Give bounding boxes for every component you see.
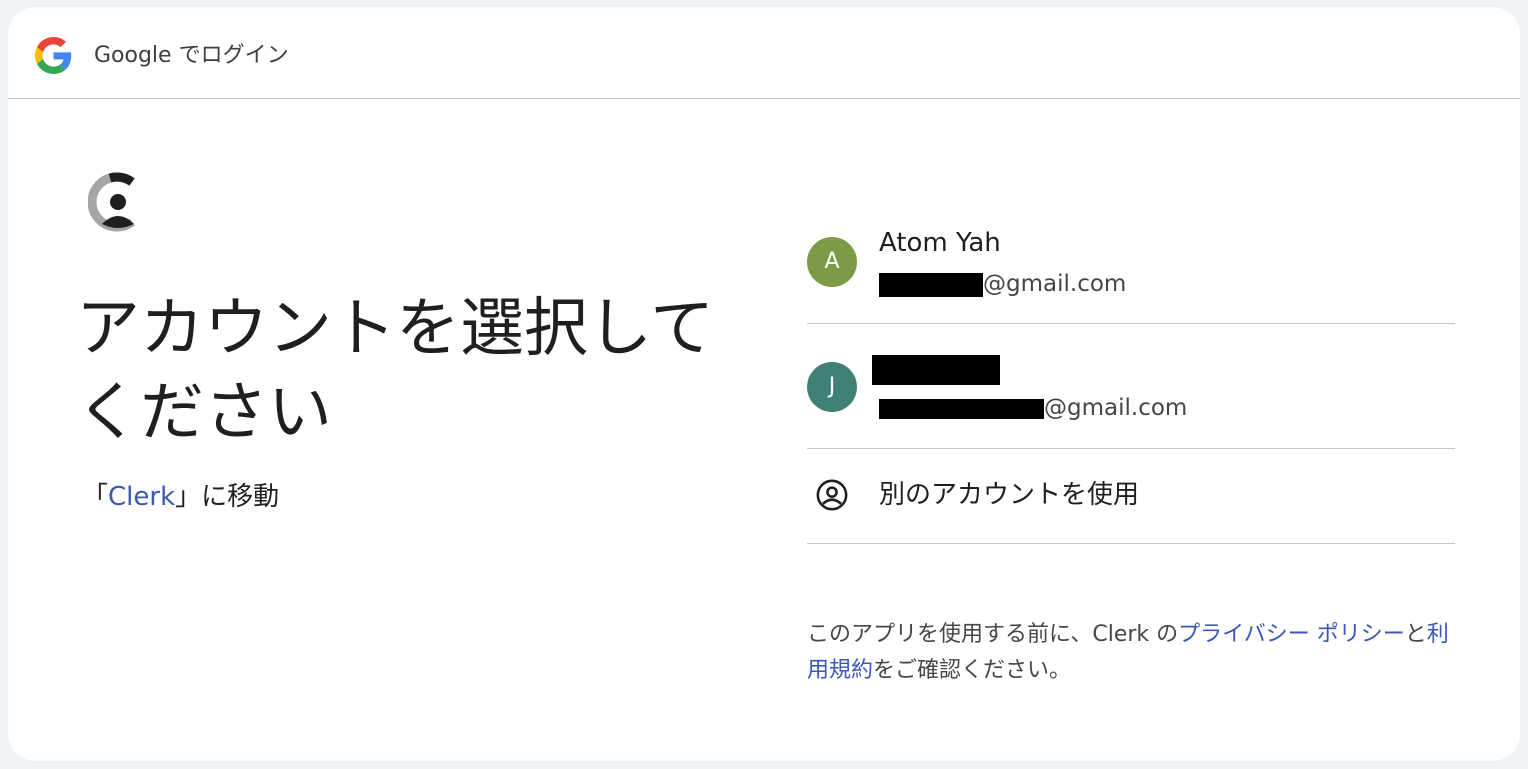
use-another-account-label: 別のアカウントを使用 xyxy=(879,480,1140,510)
account-name: Atom Yah xyxy=(879,228,1001,258)
header-title: Google でログイン xyxy=(94,43,289,68)
account-list: A Atom Yah @gmail.com J @gmail.com 別のアカウ… xyxy=(807,199,1455,544)
account-email: @gmail.com xyxy=(879,268,1126,300)
use-another-account-button[interactable]: 別のアカウントを使用 xyxy=(807,449,1455,544)
clerk-logo-icon xyxy=(88,172,135,232)
terms-text-middle: と xyxy=(1404,622,1427,647)
continue-to-app: 「Clerk」に移動 xyxy=(82,479,279,515)
privacy-policy-link[interactable]: プライバシー ポリシー xyxy=(1178,622,1405,647)
email-domain: @gmail.com xyxy=(983,271,1127,297)
google-g-icon xyxy=(35,37,72,74)
page-title: アカウントを選択してください xyxy=(76,292,715,450)
terms-text-before: このアプリを使用する前に、Clerk の xyxy=(807,622,1179,647)
sign-in-card: Google でログイン アカウントを選択してください 「Clerk」に移動 A… xyxy=(8,7,1520,761)
redacted-block xyxy=(879,272,983,297)
avatar: J xyxy=(807,362,857,412)
terms-text-after: をご確認ください。 xyxy=(873,658,1072,683)
continue-suffix: 」に移動 xyxy=(175,482,280,512)
terms-notice: このアプリを使用する前に、Clerk のプライバシー ポリシーと利用規約をご確認… xyxy=(807,617,1467,689)
account-item-1[interactable]: A Atom Yah @gmail.com xyxy=(807,199,1455,324)
account-item-2[interactable]: J @gmail.com xyxy=(807,324,1455,449)
continue-prefix: 「 xyxy=(82,482,109,512)
avatar: A xyxy=(807,237,857,287)
redacted-name xyxy=(872,355,1000,385)
account-email: @gmail.com xyxy=(879,392,1187,424)
email-domain: @gmail.com xyxy=(1044,395,1188,421)
header: Google でログイン xyxy=(8,7,1520,99)
app-name-link[interactable]: Clerk xyxy=(108,482,175,512)
redacted-block xyxy=(879,398,1044,419)
account-circle-icon xyxy=(816,479,848,511)
